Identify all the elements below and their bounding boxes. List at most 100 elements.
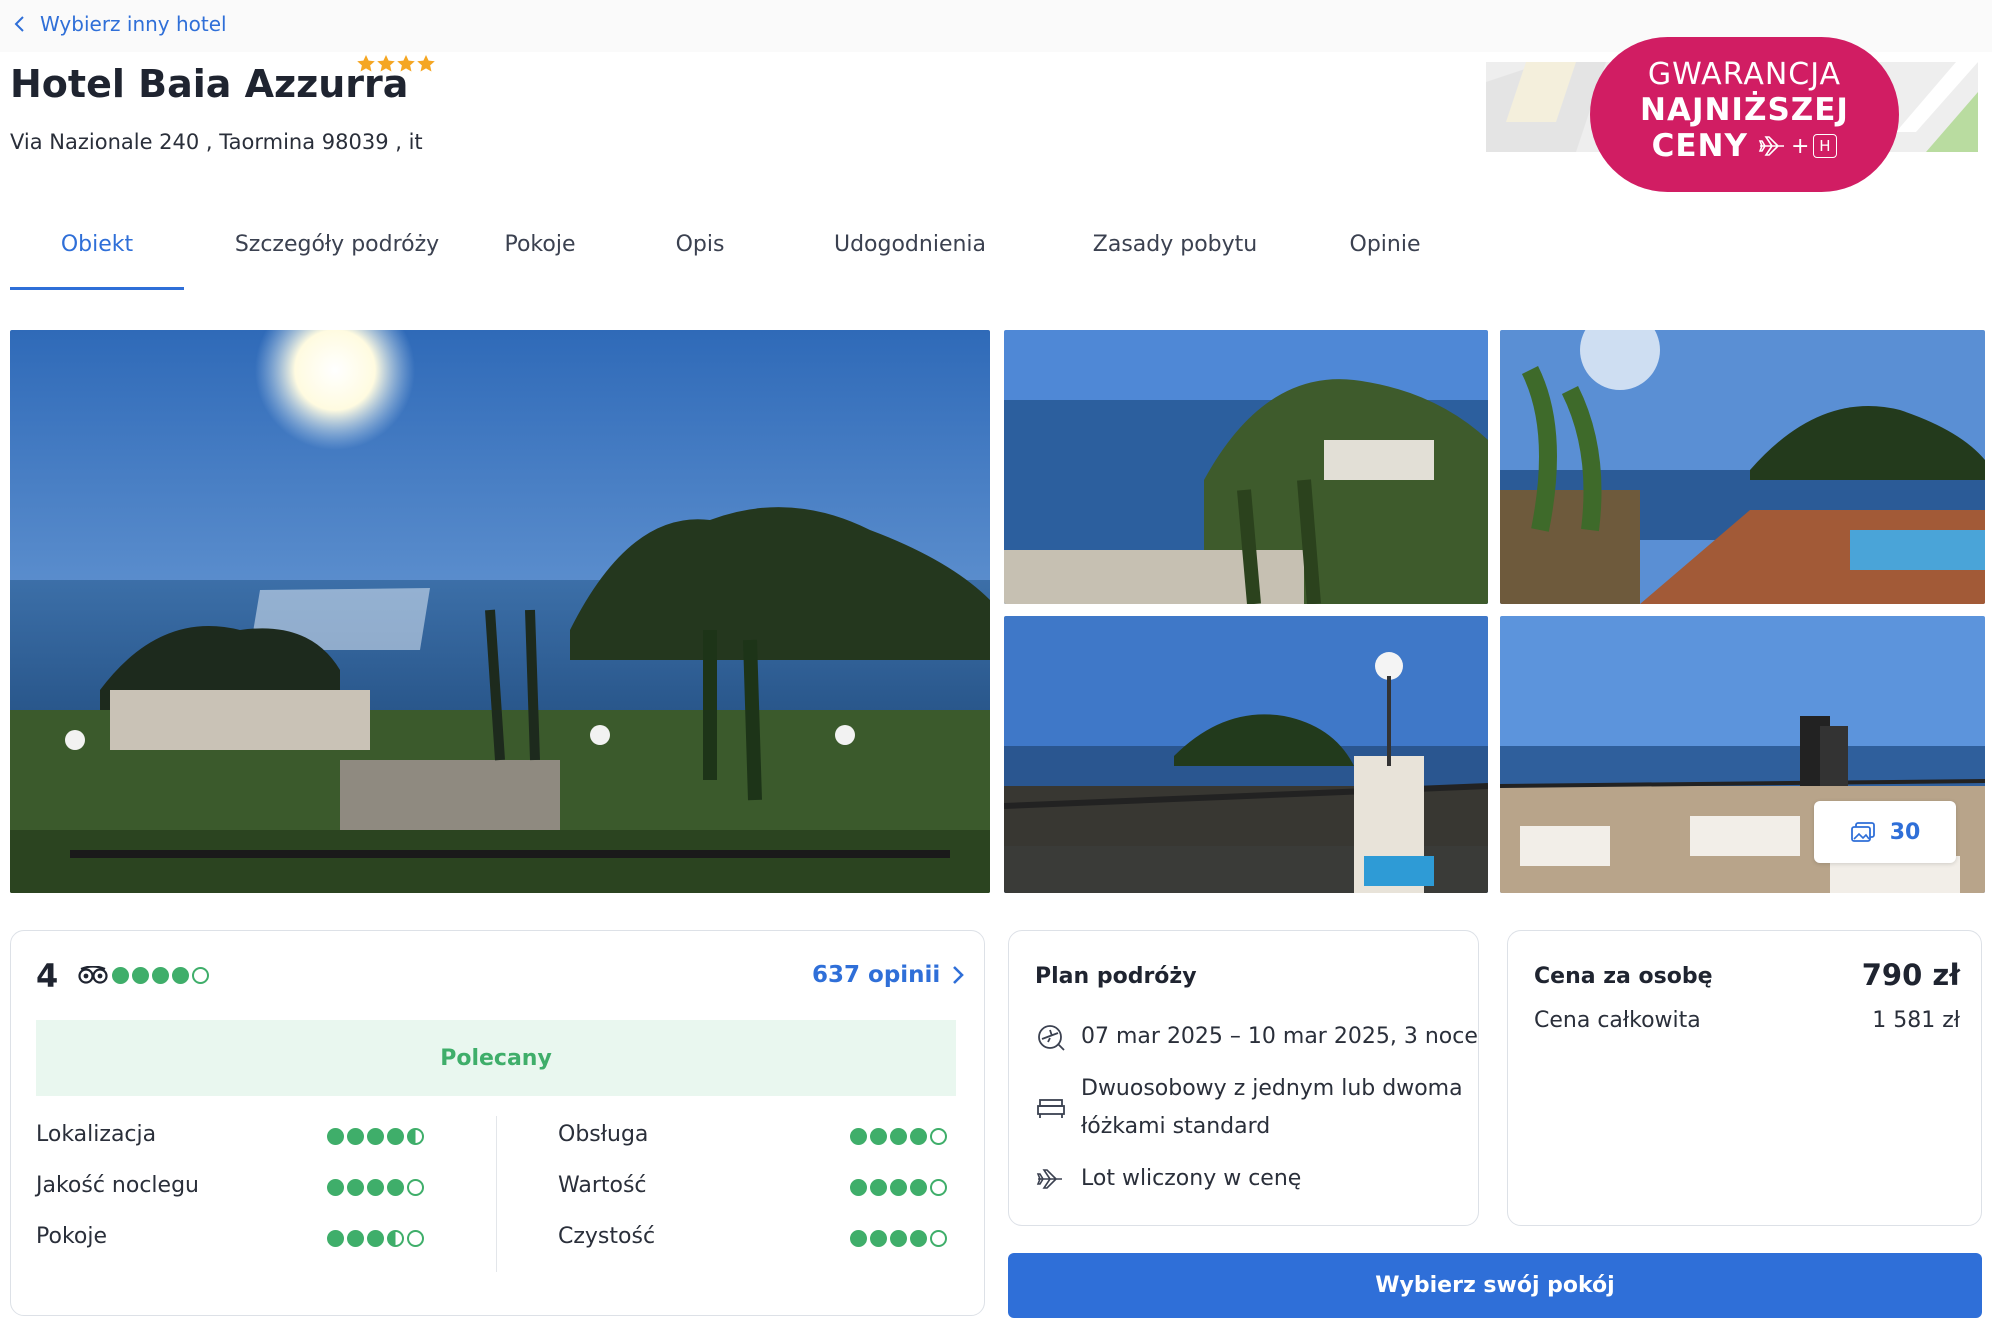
rating-dot	[910, 1179, 927, 1196]
rating-dot	[890, 1179, 907, 1196]
star-icon	[417, 55, 435, 72]
plane-icon	[1758, 136, 1784, 156]
hotel-photo-3[interactable]	[1500, 330, 1985, 604]
badge-line3: CENY	[1651, 128, 1748, 164]
rating-dot	[387, 1179, 404, 1196]
tab-opis[interactable]: Opis	[590, 226, 810, 290]
rating-dot	[850, 1128, 867, 1145]
recommended-banner: Polecany	[36, 1020, 956, 1096]
rating-dot	[192, 967, 209, 984]
rating-dot	[930, 1128, 947, 1145]
tab-obiekt[interactable]: Obiekt	[10, 226, 184, 290]
rating-dot	[347, 1128, 364, 1145]
criterion-label: Obsługa	[558, 1122, 649, 1147]
criterion-dots	[850, 1128, 947, 1145]
criterion-label: Jakość noclegu	[36, 1173, 199, 1198]
total-price-value: 1 581 zł	[1872, 1008, 1960, 1033]
gallery-count-button[interactable]: 30	[1814, 801, 1956, 863]
criterion-label: Lokalizacja	[36, 1122, 157, 1147]
rating-dot	[347, 1179, 364, 1196]
criterion-dots	[850, 1179, 947, 1196]
rating-dot	[327, 1128, 344, 1145]
rating-dot	[930, 1179, 947, 1196]
rating-dot	[870, 1128, 887, 1145]
tripadvisor-logo-icon	[78, 965, 108, 988]
chevron-right-icon	[953, 966, 965, 984]
choose-room-button[interactable]: Wybierz swój pokój	[1008, 1253, 1982, 1318]
badge-line1: GWARANCJA	[1647, 57, 1842, 92]
hotel-h-icon: H	[1813, 134, 1838, 158]
criterion-dots	[327, 1179, 424, 1196]
calendar-plane-icon	[1035, 1018, 1067, 1056]
overall-rating-dots	[112, 967, 209, 984]
badge-h-letter: H	[1819, 137, 1832, 155]
rating-dot	[387, 1128, 404, 1145]
criteria-divider	[496, 1116, 497, 1272]
rating-dot	[930, 1230, 947, 1247]
badge-plus: +	[1790, 133, 1811, 159]
rating-dot	[910, 1128, 927, 1145]
hotel-address: Via Nazionale 240 , Taormina 98039 , it	[10, 130, 423, 154]
rating-dot	[850, 1230, 867, 1247]
main-hotel-photo[interactable]	[10, 330, 990, 893]
badge-line2: NAJNIŻSZEJ	[1640, 92, 1849, 128]
rating-dot	[870, 1179, 887, 1196]
rating-dot	[890, 1230, 907, 1247]
criterion-label: Pokoje	[36, 1224, 108, 1249]
rating-dot	[367, 1230, 384, 1247]
hotel-photo-2[interactable]	[1004, 330, 1488, 604]
gallery-count: 30	[1889, 819, 1921, 845]
rating-dot	[890, 1128, 907, 1145]
hotel-photo-4[interactable]	[1004, 616, 1488, 893]
rating-dot	[172, 967, 189, 984]
room-type-line2: łóżkami standard	[1081, 1114, 1271, 1139]
rating-dot	[367, 1128, 384, 1145]
section-tabs: Obiekt Szczegóły podróży Pokoje Opis Udo…	[10, 226, 1430, 290]
trip-dates: 07 mar 2025 – 10 mar 2025, 3 noce	[1081, 1024, 1478, 1049]
rating-dot	[112, 967, 129, 984]
back-to-hotels-link[interactable]: Wybierz inny hotel	[14, 12, 227, 36]
rating-dot	[850, 1179, 867, 1196]
badge-line3-row: CENY + H	[1590, 128, 1899, 164]
rating-dot	[407, 1128, 424, 1145]
gallery-icon	[1850, 822, 1875, 842]
trip-plan-title: Plan podróży	[1035, 964, 1197, 989]
tab-pokoje[interactable]: Pokoje	[490, 226, 590, 290]
opinions-count: 637 opinii	[812, 962, 941, 988]
tab-udogodnienia[interactable]: Udogodnienia	[810, 226, 1010, 290]
chevron-left-icon	[14, 16, 24, 32]
criterion-dots	[327, 1128, 424, 1145]
criterion-dots	[850, 1230, 947, 1247]
tab-zasady-pobytu[interactable]: Zasady pobytu	[1010, 226, 1340, 290]
room-type-line1: Dwuosobowy z jednym lub dwoma	[1081, 1076, 1463, 1101]
room-type-row: Dwuosobowy z jednym lub dwoma łóżkami st…	[1035, 1070, 1463, 1146]
tab-szczegoly-podrozy[interactable]: Szczegóły podróży	[184, 226, 490, 290]
rating-dot	[327, 1230, 344, 1247]
criterion-dots	[327, 1230, 424, 1247]
rating-dot	[367, 1179, 384, 1196]
hotel-name: Hotel Baia Azzurra	[10, 62, 409, 106]
total-price-label: Cena całkowita	[1534, 1008, 1701, 1033]
flight-row: Lot wliczony w cenę	[1035, 1160, 1301, 1198]
rating-dot	[407, 1230, 424, 1247]
price-per-person-value: 790 zł	[1861, 958, 1960, 992]
star-icon	[357, 55, 375, 72]
price-per-person-label: Cena za osobę	[1534, 964, 1713, 989]
rating-dot	[327, 1179, 344, 1196]
rating-dot	[152, 967, 169, 984]
rating-score: 4	[36, 957, 59, 995]
trip-dates-row: 07 mar 2025 – 10 mar 2025, 3 noce	[1035, 1018, 1478, 1056]
tab-opinie[interactable]: Opinie	[1340, 226, 1430, 290]
hotel-stars	[357, 55, 435, 72]
rating-dot	[910, 1230, 927, 1247]
criterion-label: Czystość	[558, 1224, 656, 1249]
opinions-link[interactable]: 637 opinii	[812, 962, 965, 988]
rating-dot	[132, 967, 149, 984]
back-link-label: Wybierz inny hotel	[40, 12, 227, 36]
plane-icon	[1035, 1160, 1067, 1198]
rating-dot	[347, 1230, 364, 1247]
lowest-price-guarantee-badge: GWARANCJA NAJNIŻSZEJ CENY + H	[1590, 37, 1899, 192]
criterion-label: Wartość	[558, 1173, 647, 1198]
rating-dot	[387, 1230, 404, 1247]
rating-dot	[870, 1230, 887, 1247]
